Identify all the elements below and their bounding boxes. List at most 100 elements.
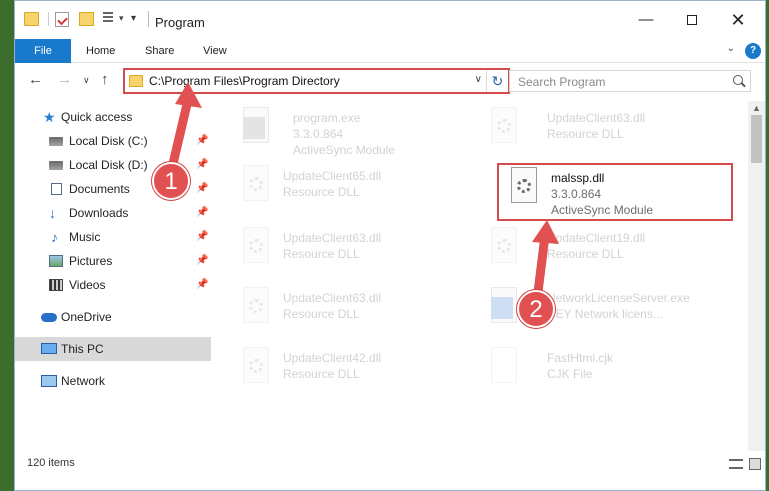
sidebar-item-label: Network [61,374,106,388]
dll-file-icon [487,227,521,271]
address-dropdown-button[interactable]: ∨ [475,74,482,85]
file-item[interactable]: FastHtml.cjk CJK File [479,345,699,399]
file-list: program.exe 3.3.0.864 ActiveSync Module … [211,101,747,451]
vertical-scrollbar[interactable]: ▲ [748,101,765,451]
sidebar-item-videos[interactable]: Videos 📌 [15,273,211,297]
file-type: HEY Network licens... [547,307,663,321]
dll-file-icon [487,107,521,151]
sidebar-item-local-disk-c[interactable]: Local Disk (C:) 📌 [15,129,211,153]
file-item[interactable]: UpdateClient63.dll Resource DLL [479,105,699,159]
dll-file-icon [239,347,273,391]
folder-icon [24,12,39,26]
tab-file[interactable]: File [15,39,71,63]
file-name: UpdateClient19.dll [547,231,646,245]
exe-file-icon [239,107,273,151]
callout-1: 1 [152,162,190,200]
navigation-bar: ← → ∨ ↑ C:\Program Files\Program Directo… [15,63,765,97]
music-icon: ♪ [51,229,58,245]
view-options-icon[interactable] [103,12,117,26]
file-item[interactable]: UpdateClient42.dll Resource DLL [231,345,451,399]
file-name: UpdateClient63.dll [283,231,382,245]
sidebar-item-label: Quick access [61,110,133,124]
pin-icon[interactable]: 📌 [196,177,208,201]
file-type: Resource DLL [547,247,624,261]
address-path[interactable]: C:\Program Files\Program Directory [149,74,340,88]
recent-locations-button[interactable]: ∨ [83,75,90,86]
file-name: UpdateClient42.dll [283,351,382,365]
sidebar-item-pictures[interactable]: Pictures 📌 [15,249,211,273]
properties-icon[interactable] [55,12,69,27]
pin-icon[interactable]: 📌 [196,225,208,249]
file-explorer-window: ▾ ▾ Program — ✕ File Home Share View ⌄ ?… [14,0,766,491]
file-type: Resource DLL [283,307,360,321]
forward-button[interactable]: → [57,71,72,88]
search-placeholder: Search Program [518,75,606,89]
file-name: program.exe [293,111,361,125]
sidebar-item-label: Documents [69,182,130,196]
details-view-icon[interactable] [729,459,743,469]
minimize-button[interactable]: — [623,1,669,39]
file-type: Resource DLL [283,247,360,261]
pin-icon[interactable]: 📌 [196,273,208,297]
computer-icon [41,343,57,354]
help-icon[interactable]: ? [745,43,761,59]
file-item[interactable]: program.exe 3.3.0.864 ActiveSync Module [231,105,451,159]
file-item[interactable]: UpdateClient63.dll Resource DLL [231,225,451,279]
sidebar-item-label: OneDrive [61,310,112,324]
maximize-button[interactable] [669,1,715,39]
sidebar-item-music[interactable]: ♪ Music 📌 [15,225,211,249]
file-item[interactable]: UpdateClient63.dll Resource DLL [231,285,451,339]
pin-icon[interactable]: 📌 [196,201,208,225]
sidebar-item-quick-access[interactable]: ★ Quick access [15,105,211,129]
file-item[interactable]: UpdateClient65.dll Resource DLL [231,163,451,217]
download-icon: ↓ [49,205,56,221]
pictures-icon [49,255,63,267]
expand-ribbon-icon[interactable]: ⌄ [727,43,735,54]
sidebar-item-downloads[interactable]: ↓ Downloads 📌 [15,201,211,225]
dll-file-icon [239,165,273,209]
pin-icon[interactable]: 📌 [196,249,208,273]
sidebar-item-label: Local Disk (D:) [69,158,148,172]
back-button[interactable]: ← [28,71,43,88]
tab-home[interactable]: Home [86,39,115,63]
tab-view[interactable]: View [203,39,227,63]
file-description: ActiveSync Module [293,143,396,157]
dll-file-icon [239,227,273,271]
sidebar-item-this-pc[interactable]: This PC [15,337,211,361]
documents-icon [51,183,62,195]
item-count: 120 items [27,457,75,469]
navigation-pane: ★ Quick access Local Disk (C:) 📌 Local D… [15,101,211,451]
pin-icon[interactable]: 📌 [196,153,208,177]
exe-file-icon [487,287,521,331]
new-folder-icon[interactable] [79,12,94,26]
file-name: UpdateClient65.dll [283,169,382,183]
maximize-icon [687,15,697,26]
scroll-thumb[interactable] [751,115,762,163]
star-icon: ★ [43,109,56,125]
window-title: Program [155,15,205,30]
file-item[interactable]: NetworkLicenseServer.exe HEY Network lic… [479,285,699,339]
search-input[interactable]: Search Program [509,70,751,92]
file-name: NetworkLicenseServer.exe [547,291,690,305]
file-type: Resource DLL [283,367,360,381]
up-button[interactable]: ↑ [101,71,109,88]
pin-icon[interactable]: 📌 [196,129,208,153]
sidebar-item-label: Pictures [69,254,113,268]
cloud-icon [41,313,57,322]
sidebar-item-network[interactable]: Network [15,369,211,393]
tab-share[interactable]: Share [145,39,174,63]
address-bar[interactable]: C:\Program Files\Program Directory ∨ ↻ [123,68,510,94]
chevron-down-icon[interactable]: ▾ [119,13,124,24]
sidebar-item-onedrive[interactable]: OneDrive [15,305,211,329]
sidebar-item-label: Downloads [69,206,129,220]
file-item[interactable]: UpdateClient19.dll Resource DLL [479,225,699,279]
title-bar: ▾ ▾ Program — ✕ [15,1,765,39]
file-name: FastHtml.cjk [547,351,613,365]
large-icons-view-icon[interactable] [749,458,761,470]
customize-quick-access-icon[interactable]: ▾ [131,13,136,24]
refresh-button[interactable]: ↻ [486,70,508,92]
scroll-up-icon[interactable]: ▲ [752,103,761,113]
file-version: 3.3.0.864 [293,127,344,141]
close-button[interactable]: ✕ [715,1,761,39]
file-name: UpdateClient63.dll [547,111,646,125]
